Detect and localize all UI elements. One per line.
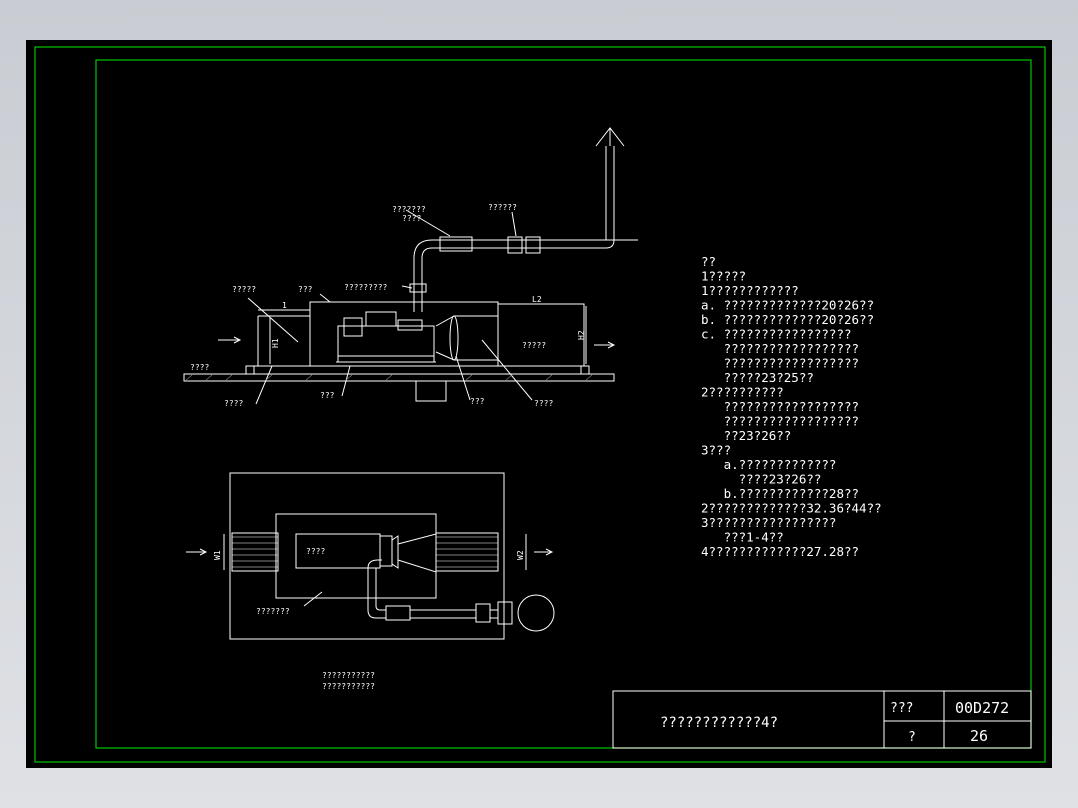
- note-line: b. ?????????????20?26??: [701, 312, 874, 327]
- foundation-pit: [415, 380, 447, 402]
- note-line: ?????23?25??: [701, 370, 814, 385]
- label-small: ???: [298, 285, 313, 294]
- elevation-view: [183, 127, 638, 405]
- label-top-left-1: ???????: [392, 205, 426, 214]
- note-line: b.????????????28??: [701, 486, 859, 501]
- caption-line-2: ???????????: [322, 682, 375, 691]
- title-block-label-set: ???: [890, 701, 913, 716]
- label-bottom-right: ????: [534, 399, 553, 408]
- dim-w1: W1: [213, 550, 222, 560]
- title-block-page-number: 26: [970, 727, 988, 745]
- right-duct: [497, 303, 585, 367]
- dim-h2: H2: [577, 330, 586, 340]
- note-line: ????23?26??: [701, 472, 821, 487]
- note-line: ??????????????????: [701, 356, 859, 371]
- label-top-right: ??????: [488, 203, 517, 212]
- note-line: 3???: [701, 443, 731, 458]
- label-mid: ?????????: [344, 283, 388, 292]
- note-line: ??????????????????: [701, 399, 859, 414]
- note-line: 2?????????????32.36?44??: [701, 501, 882, 516]
- notes: ??1?????1????????????a. ?????????????20?…: [701, 254, 882, 559]
- muffler-1: [439, 236, 473, 252]
- dim-h1: H1: [271, 338, 280, 348]
- label-left: ?????: [232, 285, 256, 294]
- note-line: ??????????????????: [701, 341, 859, 356]
- title-block-set-number: 00D272: [955, 699, 1009, 717]
- label-muffler: ?????: [522, 341, 546, 350]
- title-block-label-page: ?: [908, 730, 916, 745]
- note-line: 4?????????????27.28??: [701, 544, 859, 559]
- note-line: 3?????????????????: [701, 515, 836, 530]
- note-line: ??: [701, 254, 716, 269]
- dim-l2: L2: [532, 295, 542, 304]
- plan-engine-label: ????: [306, 547, 325, 556]
- note-line: a.?????????????: [701, 457, 836, 472]
- label-bottom-left: ????: [224, 399, 243, 408]
- drawing-sheet: ??????? ???? ?????? ????????? ????? ??? …: [26, 40, 1052, 768]
- title-block-title: ????????????4?: [660, 715, 778, 731]
- caption-line-1: ???????????: [322, 671, 375, 680]
- drawing-canvas: ??????? ???? ?????? ????????? ????? ??? …: [34, 46, 1046, 763]
- note-line: 2??????????: [701, 385, 784, 400]
- note-line: a. ?????????????20?26??: [701, 298, 874, 313]
- filter-hatch: [232, 536, 498, 568]
- note-line: ???1-4??: [701, 530, 784, 545]
- note-line: c. ?????????????????: [701, 327, 852, 342]
- ground-hatch: [185, 374, 593, 381]
- dim-l1: 1: [282, 301, 287, 310]
- ground-slab: [183, 373, 615, 382]
- label-bottom-mid: ???: [320, 391, 335, 400]
- dim-w2: W2: [516, 550, 525, 560]
- note-line: ??23?26??: [701, 428, 791, 443]
- note-line: 1????????????: [701, 283, 799, 298]
- plan-room-label: ???????: [256, 607, 290, 616]
- plan-exhaust-outlet: [517, 594, 555, 632]
- label-top-left-2: ????: [402, 214, 421, 223]
- plan-inner-room: [275, 513, 437, 599]
- label-bottom-mid2: ???: [470, 397, 485, 406]
- cad-viewport: ??????? ???? ?????? ????????? ????? ??? …: [0, 0, 1078, 808]
- plan-view: [186, 472, 555, 640]
- note-line: ??????????????????: [701, 414, 859, 429]
- label-ground: ????: [190, 363, 209, 372]
- note-line: 1?????: [701, 269, 746, 284]
